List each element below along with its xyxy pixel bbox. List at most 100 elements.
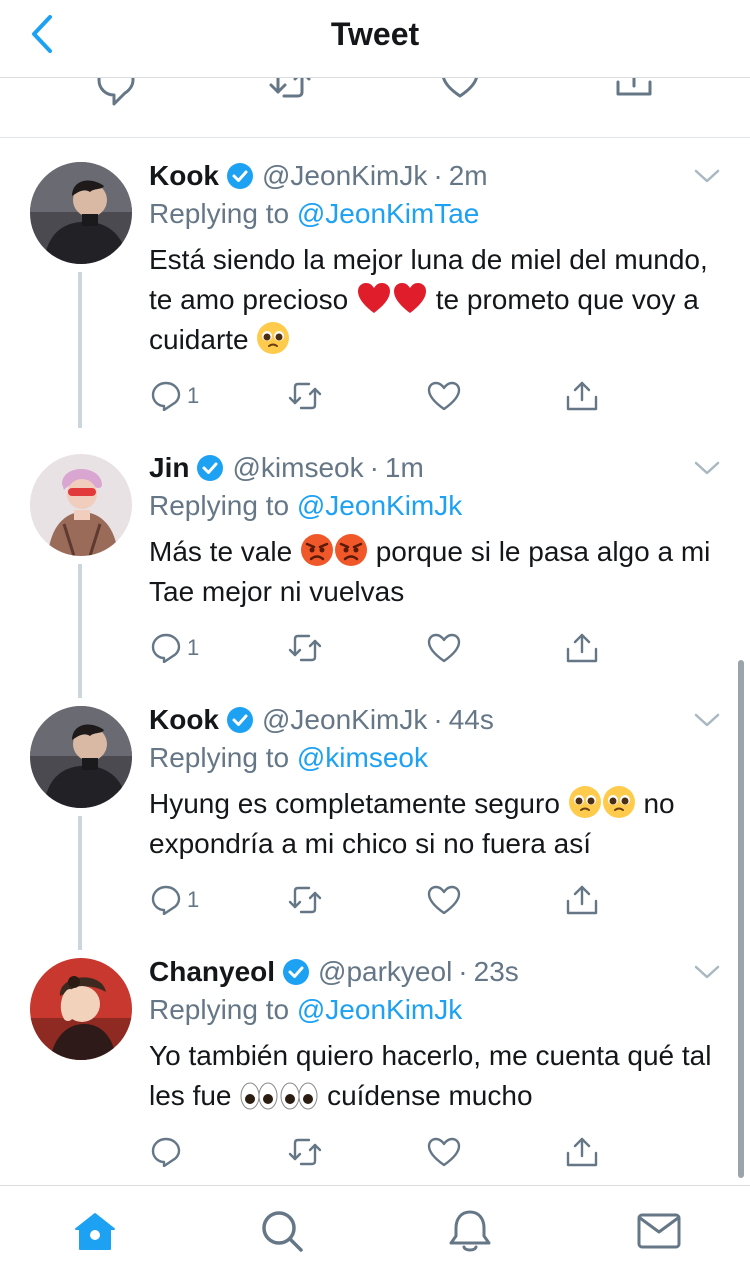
- tab-home[interactable]: [72, 1208, 118, 1254]
- replying-to-mention[interactable]: @JeonKimTae: [297, 198, 480, 229]
- tweet-text: Hyung es completamente seguro no expondr…: [149, 784, 719, 864]
- user-handle[interactable]: @JeonKimJk: [262, 704, 427, 736]
- like-button[interactable]: [427, 880, 461, 920]
- share-button[interactable]: [565, 880, 599, 920]
- reply-count: 1: [187, 383, 200, 408]
- home-icon: [75, 1213, 115, 1250]
- tweet-text-part: Hyung es completamente seguro: [149, 788, 560, 819]
- share-button[interactable]: [565, 376, 599, 416]
- timestamp[interactable]: 23s: [474, 956, 519, 988]
- tweet-actions: 1: [149, 628, 609, 668]
- eyes-emoji: [280, 1082, 318, 1110]
- reply-button[interactable]: 1: [151, 880, 199, 920]
- like-button[interactable]: [427, 628, 461, 668]
- display-name[interactable]: Jin: [149, 452, 189, 484]
- red-heart-emoji: [394, 283, 426, 313]
- scrollbar[interactable]: [738, 660, 744, 1178]
- share-button[interactable]: [565, 628, 599, 668]
- tweet-header: Chanyeol @parkyeol · 23s: [149, 954, 519, 990]
- replying-to-mention[interactable]: @JeonKimJk: [297, 994, 462, 1025]
- reply-tweet[interactable]: Kook @JeonKimJk · 2m Replying to @JeonKi…: [0, 158, 750, 440]
- share-icon: [566, 381, 598, 411]
- retweet-button[interactable]: [287, 880, 323, 920]
- profile-photo: [30, 706, 132, 808]
- top-navigation-bar: Tweet: [0, 0, 750, 78]
- timestamp[interactable]: 1m: [385, 452, 424, 484]
- pleading-face-emoji: [602, 786, 635, 818]
- reply-button[interactable]: 1: [151, 628, 199, 668]
- display-name[interactable]: Chanyeol: [149, 956, 275, 988]
- separator-dot: ·: [458, 956, 468, 987]
- user-handle[interactable]: @kimseok: [232, 452, 363, 484]
- replying-to: Replying to @JeonKimJk: [149, 994, 462, 1026]
- tweet-header: Kook @JeonKimJk · 44s: [149, 702, 494, 738]
- reply-icon: [97, 78, 135, 106]
- main-like-button[interactable]: [438, 78, 482, 114]
- user-handle[interactable]: @JeonKimJk: [262, 160, 427, 192]
- avatar[interactable]: [30, 706, 132, 808]
- reply-icon: [151, 633, 181, 663]
- avatar[interactable]: [30, 958, 132, 1060]
- like-icon: [427, 1137, 461, 1167]
- replying-prefix: Replying to: [149, 994, 290, 1025]
- timestamp[interactable]: 2m: [449, 160, 488, 192]
- retweet-button[interactable]: [287, 376, 323, 416]
- verified-badge-icon: [226, 706, 254, 734]
- like-button[interactable]: [427, 1132, 461, 1172]
- chevron-down-icon[interactable]: [694, 166, 720, 186]
- retweet-icon: [288, 382, 322, 410]
- angry-face-emoji: [300, 534, 333, 566]
- tweet-header: Jin @kimseok · 1m: [149, 450, 424, 486]
- tweet-text-part: cuídense mucho: [327, 1080, 533, 1111]
- display-name[interactable]: Kook: [149, 160, 219, 192]
- share-button[interactable]: [565, 1132, 599, 1172]
- replying-to: Replying to @JeonKimJk: [149, 490, 462, 522]
- chevron-down-icon[interactable]: [694, 962, 720, 982]
- retweet-button[interactable]: [287, 628, 323, 668]
- tab-messages[interactable]: [636, 1208, 682, 1254]
- like-icon: [442, 78, 478, 98]
- replying-prefix: Replying to: [149, 490, 290, 521]
- main-tweet-action-bar: [0, 78, 750, 138]
- like-icon: [427, 633, 461, 663]
- reply-button[interactable]: 1: [151, 376, 199, 416]
- main-reply-button[interactable]: [94, 78, 138, 114]
- tab-search[interactable]: [259, 1208, 305, 1254]
- like-button[interactable]: [427, 376, 461, 416]
- user-handle[interactable]: @parkyeol: [318, 956, 452, 988]
- reply-icon: [151, 885, 181, 915]
- retweet-button[interactable]: [287, 1132, 323, 1172]
- avatar[interactable]: [30, 454, 132, 556]
- reply-tweet[interactable]: Chanyeol @parkyeol · 23s Replying to @Je…: [0, 954, 750, 1178]
- reply-button[interactable]: [151, 1132, 187, 1172]
- reply-tweet[interactable]: Kook @JeonKimJk · 44s Replying to @kimse…: [0, 702, 750, 944]
- main-share-button[interactable]: [612, 78, 656, 114]
- chevron-down-icon[interactable]: [694, 458, 720, 478]
- replying-prefix: Replying to: [149, 198, 290, 229]
- pleading-face-emoji: [257, 322, 290, 354]
- red-heart-emoji: [358, 283, 390, 313]
- timestamp[interactable]: 44s: [449, 704, 494, 736]
- avatar[interactable]: [30, 162, 132, 264]
- profile-photo: [30, 958, 132, 1060]
- replying-prefix: Replying to: [149, 742, 290, 773]
- angry-face-emoji: [334, 534, 367, 566]
- retweet-icon: [288, 1138, 322, 1166]
- display-name[interactable]: Kook: [149, 704, 219, 736]
- reply-tweet[interactable]: Jin @kimseok · 1m Replying to @JeonKimJk…: [0, 450, 750, 692]
- like-icon: [427, 885, 461, 915]
- main-retweet-button[interactable]: [268, 78, 312, 114]
- separator-dot: ·: [433, 160, 443, 191]
- replying-to-mention[interactable]: @JeonKimJk: [297, 490, 462, 521]
- replying-to: Replying to @JeonKimTae: [149, 198, 479, 230]
- replying-to-mention[interactable]: @kimseok: [297, 742, 428, 773]
- retweet-icon: [288, 634, 322, 662]
- verified-badge-icon: [282, 958, 310, 986]
- tweet-text: Más te vale porque si le pasa algo a mi …: [149, 532, 719, 612]
- chevron-down-icon[interactable]: [694, 710, 720, 730]
- profile-photo: [30, 162, 132, 264]
- like-icon: [427, 381, 461, 411]
- verified-badge-icon: [226, 162, 254, 190]
- replying-to: Replying to @kimseok: [149, 742, 428, 774]
- tab-notifications[interactable]: [447, 1208, 493, 1254]
